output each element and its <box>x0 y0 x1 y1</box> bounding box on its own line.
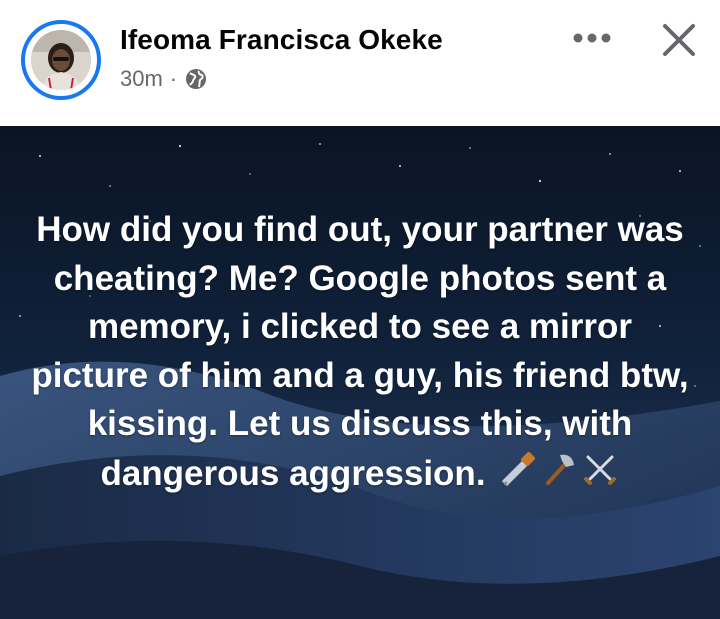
author-name[interactable]: Ifeoma Francisca Okeke <box>120 24 443 56</box>
more-horizontal-icon[interactable] <box>570 26 614 50</box>
post-time[interactable]: 30m <box>120 66 163 92</box>
post-meta: 30m · <box>120 66 208 92</box>
post-text: How did you find out, your partner was c… <box>30 206 690 498</box>
axe-icon <box>545 454 574 485</box>
avatar[interactable] <box>21 20 101 100</box>
close-icon[interactable] <box>655 16 703 64</box>
emoji-group <box>496 449 620 489</box>
avatar-photo <box>31 30 91 90</box>
globe-icon[interactable] <box>184 67 208 91</box>
meta-separator: · <box>169 66 178 91</box>
post-header: Ifeoma Francisca Okeke 30m · <box>0 0 720 126</box>
crossed-swords-icon <box>583 455 616 485</box>
post-card: Ifeoma Francisca Okeke 30m · How did you… <box>0 0 720 619</box>
saw-icon <box>501 451 535 486</box>
post-background-image[interactable]: How did you find out, your partner was c… <box>0 126 720 619</box>
